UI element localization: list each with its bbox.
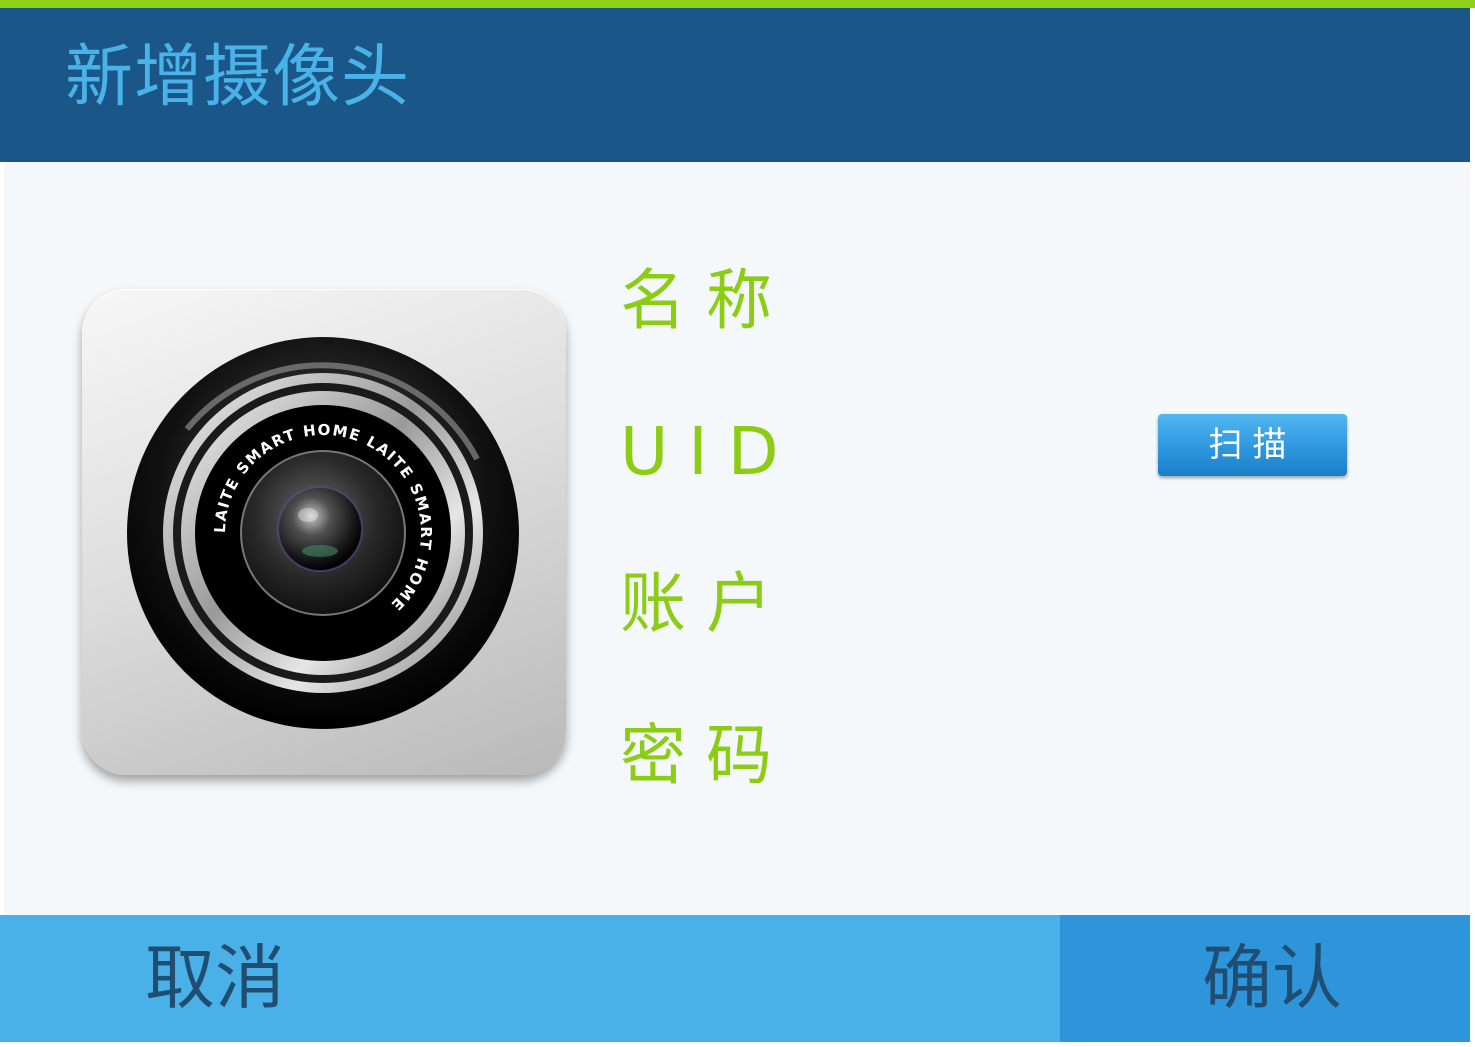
- scan-button[interactable]: 扫描: [1158, 414, 1347, 476]
- cancel-label: 取消: [145, 937, 285, 1019]
- top-accent-bar: [0, 0, 1475, 8]
- password-label: 密码: [620, 717, 792, 794]
- account-label: 账户: [620, 565, 792, 642]
- page-title: 新增摄像头: [65, 38, 411, 117]
- right-border: [1470, 8, 1475, 1047]
- name-label: 名称: [620, 262, 792, 339]
- add-camera-screen: 新增摄像头 LAITE SMART HOME LAITE SMART HOME …: [0, 0, 1475, 1047]
- header-bar: 新增摄像头: [0, 8, 1470, 162]
- uid-label: UID: [620, 413, 799, 490]
- camera-lens-icon: LAITE SMART HOME LAITE SMART HOME: [82, 289, 566, 775]
- confirm-button[interactable]: 确认: [1060, 915, 1470, 1042]
- confirm-label: 确认: [1202, 937, 1342, 1019]
- cancel-button[interactable]: 取消: [0, 915, 1060, 1042]
